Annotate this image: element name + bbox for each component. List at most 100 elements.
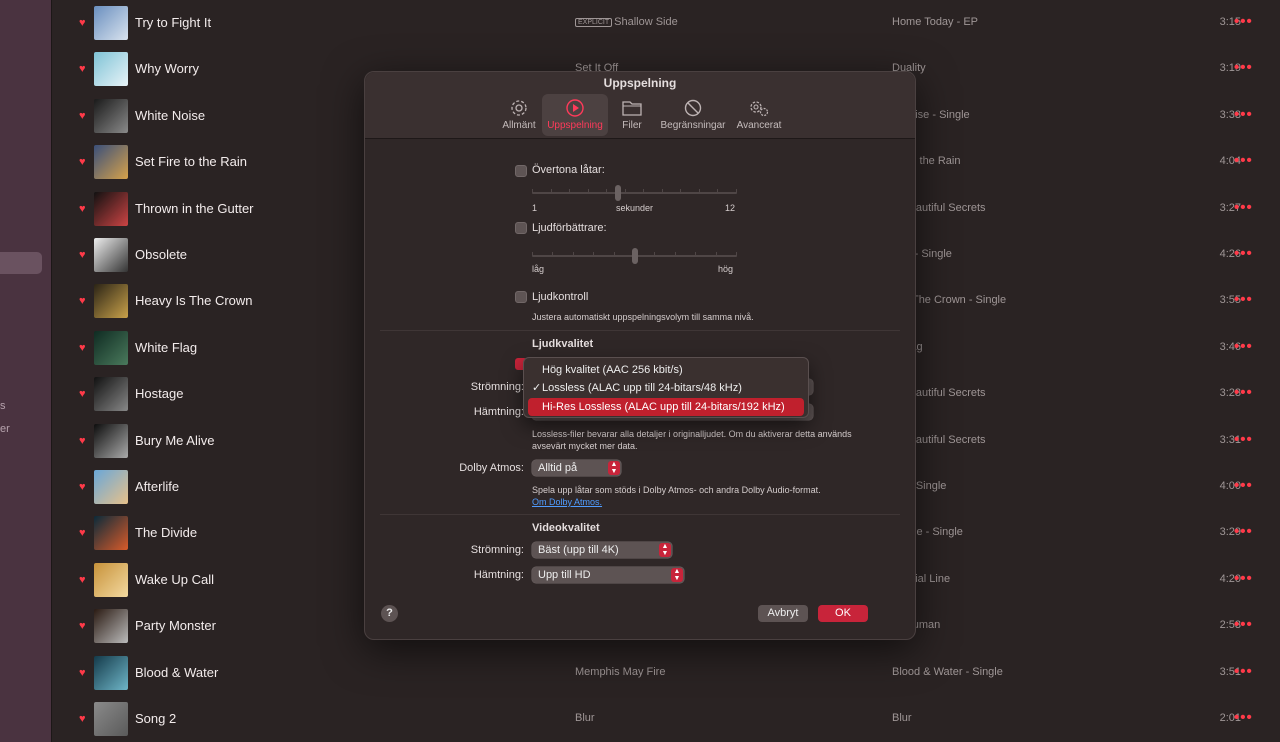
play-circle-icon: [566, 99, 584, 117]
heart-icon[interactable]: ♥: [79, 294, 86, 308]
heart-icon[interactable]: ♥: [79, 434, 86, 448]
more-options-icon[interactable]: •••: [1234, 616, 1253, 633]
video-streaming-value: Bäst (upp till 4K): [538, 544, 619, 556]
more-options-icon[interactable]: •••: [1234, 13, 1253, 30]
tab-playback[interactable]: Uppspelning: [542, 94, 608, 136]
chevron-updown-icon: ▲ ▼: [608, 461, 620, 475]
menu-item-lossless[interactable]: ✓ Lossless (ALAC upp till 24-bitars/48 kH…: [528, 379, 804, 397]
menu-item-hires-lossless[interactable]: Hi-Res Lossless (ALAC upp till 24-bitars…: [528, 398, 804, 416]
dolby-label: Dolby Atmos:: [459, 462, 524, 474]
song-title: Bury Me Alive: [135, 432, 215, 448]
soundcheck-label: Ljudkontroll: [532, 291, 589, 303]
ok-button[interactable]: OK: [818, 605, 868, 622]
folder-icon: [622, 101, 642, 116]
more-options-icon[interactable]: •••: [1234, 384, 1253, 401]
more-options-icon[interactable]: •••: [1234, 477, 1253, 494]
enhancer-checkbox[interactable]: [515, 222, 527, 234]
song-title: Why Worry: [135, 61, 200, 77]
dolby-atmos-value: Alltid på: [538, 462, 578, 474]
heart-icon[interactable]: ♥: [79, 62, 86, 76]
dolby-info-link[interactable]: Om Dolby Atmos.: [532, 497, 602, 507]
enhancer-max-label: hög: [718, 264, 734, 274]
song-artist[interactable]: Memphis May Fire: [575, 666, 665, 678]
song-row[interactable]: ♥ Blood & Water Memphis May Fire Blood & Wa…: [52, 650, 1252, 696]
heart-icon[interactable]: ♥: [79, 712, 86, 726]
more-options-icon[interactable]: •••: [1234, 199, 1253, 216]
more-options-icon[interactable]: •••: [1234, 570, 1253, 587]
album-artwork: [94, 330, 128, 365]
sidebar-fragment[interactable]: s: [0, 400, 6, 412]
heart-icon[interactable]: ♥: [79, 387, 86, 401]
menu-item-label: Hög kvalitet (AAC 256 kbit/s): [542, 364, 683, 376]
song-title: Heavy Is The Crown: [135, 293, 253, 309]
heart-icon[interactable]: ♥: [79, 202, 86, 216]
album-artwork: [94, 52, 128, 87]
heart-icon[interactable]: ♥: [79, 666, 86, 680]
restriction-icon: [684, 99, 702, 117]
enhancer-slider-knob[interactable]: [631, 248, 638, 264]
song-row[interactable]: ♥ Try to Fight It EXPLICIT Shallow Side Home…: [52, 0, 1252, 46]
album-artwork: [94, 98, 128, 133]
heart-icon[interactable]: ♥: [79, 248, 86, 262]
more-options-icon[interactable]: •••: [1234, 152, 1253, 169]
divider: [380, 514, 900, 515]
more-options-icon[interactable]: •••: [1234, 523, 1253, 540]
menu-item-aac[interactable]: Hög kvalitet (AAC 256 kbit/s): [528, 361, 804, 379]
heart-icon[interactable]: ♥: [79, 573, 86, 587]
crossfade-slider-knob[interactable]: [615, 185, 622, 201]
album-artwork: [94, 423, 128, 458]
more-options-icon[interactable]: •••: [1234, 663, 1253, 680]
cancel-button[interactable]: Avbryt: [758, 605, 808, 622]
chevron-updown-icon: ▲ ▼: [671, 568, 683, 582]
heart-icon[interactable]: ♥: [79, 341, 86, 355]
tab-restrictions[interactable]: Begränsningar: [658, 94, 728, 136]
sidebar-fragment[interactable]: er: [0, 423, 10, 435]
album-artwork: [94, 377, 128, 412]
song-row[interactable]: ♥ Song 2 Blur Blur 2:01 •••: [52, 696, 1252, 742]
more-options-icon[interactable]: •••: [1234, 291, 1253, 308]
song-artist[interactable]: Blur: [575, 712, 595, 724]
more-options-icon[interactable]: •••: [1234, 709, 1253, 726]
sidebar-selected-item[interactable]: [0, 252, 42, 274]
video-streaming-select[interactable]: Bäst (upp till 4K) ▲ ▼: [532, 542, 672, 558]
soundcheck-checkbox[interactable]: [515, 291, 527, 303]
video-download-select[interactable]: Upp till HD ▲ ▼: [532, 567, 684, 583]
help-button[interactable]: ?: [381, 605, 398, 622]
song-title: Afterlife: [135, 479, 180, 494]
menu-item-label: Lossless (ALAC upp till 24-bitars/48 kHz…: [542, 382, 742, 394]
heart-icon[interactable]: ♥: [79, 155, 86, 169]
more-options-icon[interactable]: •••: [1234, 338, 1253, 355]
tab-label: Allmänt: [502, 120, 536, 131]
tab-files[interactable]: Filer: [616, 94, 648, 136]
heart-icon[interactable]: ♥: [79, 526, 86, 540]
heart-icon[interactable]: ♥: [79, 16, 86, 30]
song-title: Thrown in the Gutter: [135, 200, 254, 216]
heart-icon[interactable]: ♥: [79, 109, 86, 123]
song-title: The Divide: [135, 525, 198, 541]
artist-name: Memphis May Fire: [575, 665, 666, 678]
video-download-label: Hämtning:: [473, 569, 524, 581]
tab-advanced[interactable]: Avancerat: [733, 94, 785, 136]
more-options-icon[interactable]: •••: [1234, 245, 1253, 262]
crossfade-checkbox[interactable]: [515, 165, 527, 177]
dolby-atmos-select[interactable]: Alltid på ▲ ▼: [532, 460, 621, 476]
song-album[interactable]: Blur: [892, 712, 912, 724]
more-options-icon[interactable]: •••: [1234, 106, 1253, 123]
audio-quality-heading: Ljudkvalitet: [532, 338, 594, 350]
tab-general[interactable]: Allmänt: [496, 94, 542, 136]
video-streaming-label: Strömning:: [470, 544, 524, 556]
crossfade-max-label: 12: [725, 203, 736, 213]
lossless-description: Lossless-filer bevarar alla detaljer i o…: [532, 429, 852, 451]
song-album[interactable]: Blood & Water - Single: [892, 666, 1003, 678]
enhancer-min-label: låg: [532, 264, 545, 274]
heart-icon[interactable]: ♥: [79, 619, 86, 633]
crossfade-unit-label: sekunder: [616, 203, 654, 213]
song-album[interactable]: Home Today - EP: [892, 16, 978, 28]
song-artist[interactable]: EXPLICIT Shallow Side: [575, 16, 678, 28]
artist-name: Shallow Side: [614, 16, 678, 28]
more-options-icon[interactable]: •••: [1234, 431, 1253, 448]
song-title: Obsolete: [135, 247, 188, 262]
heart-icon[interactable]: ♥: [79, 480, 86, 494]
more-options-icon[interactable]: •••: [1234, 59, 1253, 76]
tab-label: Filer: [622, 120, 642, 131]
